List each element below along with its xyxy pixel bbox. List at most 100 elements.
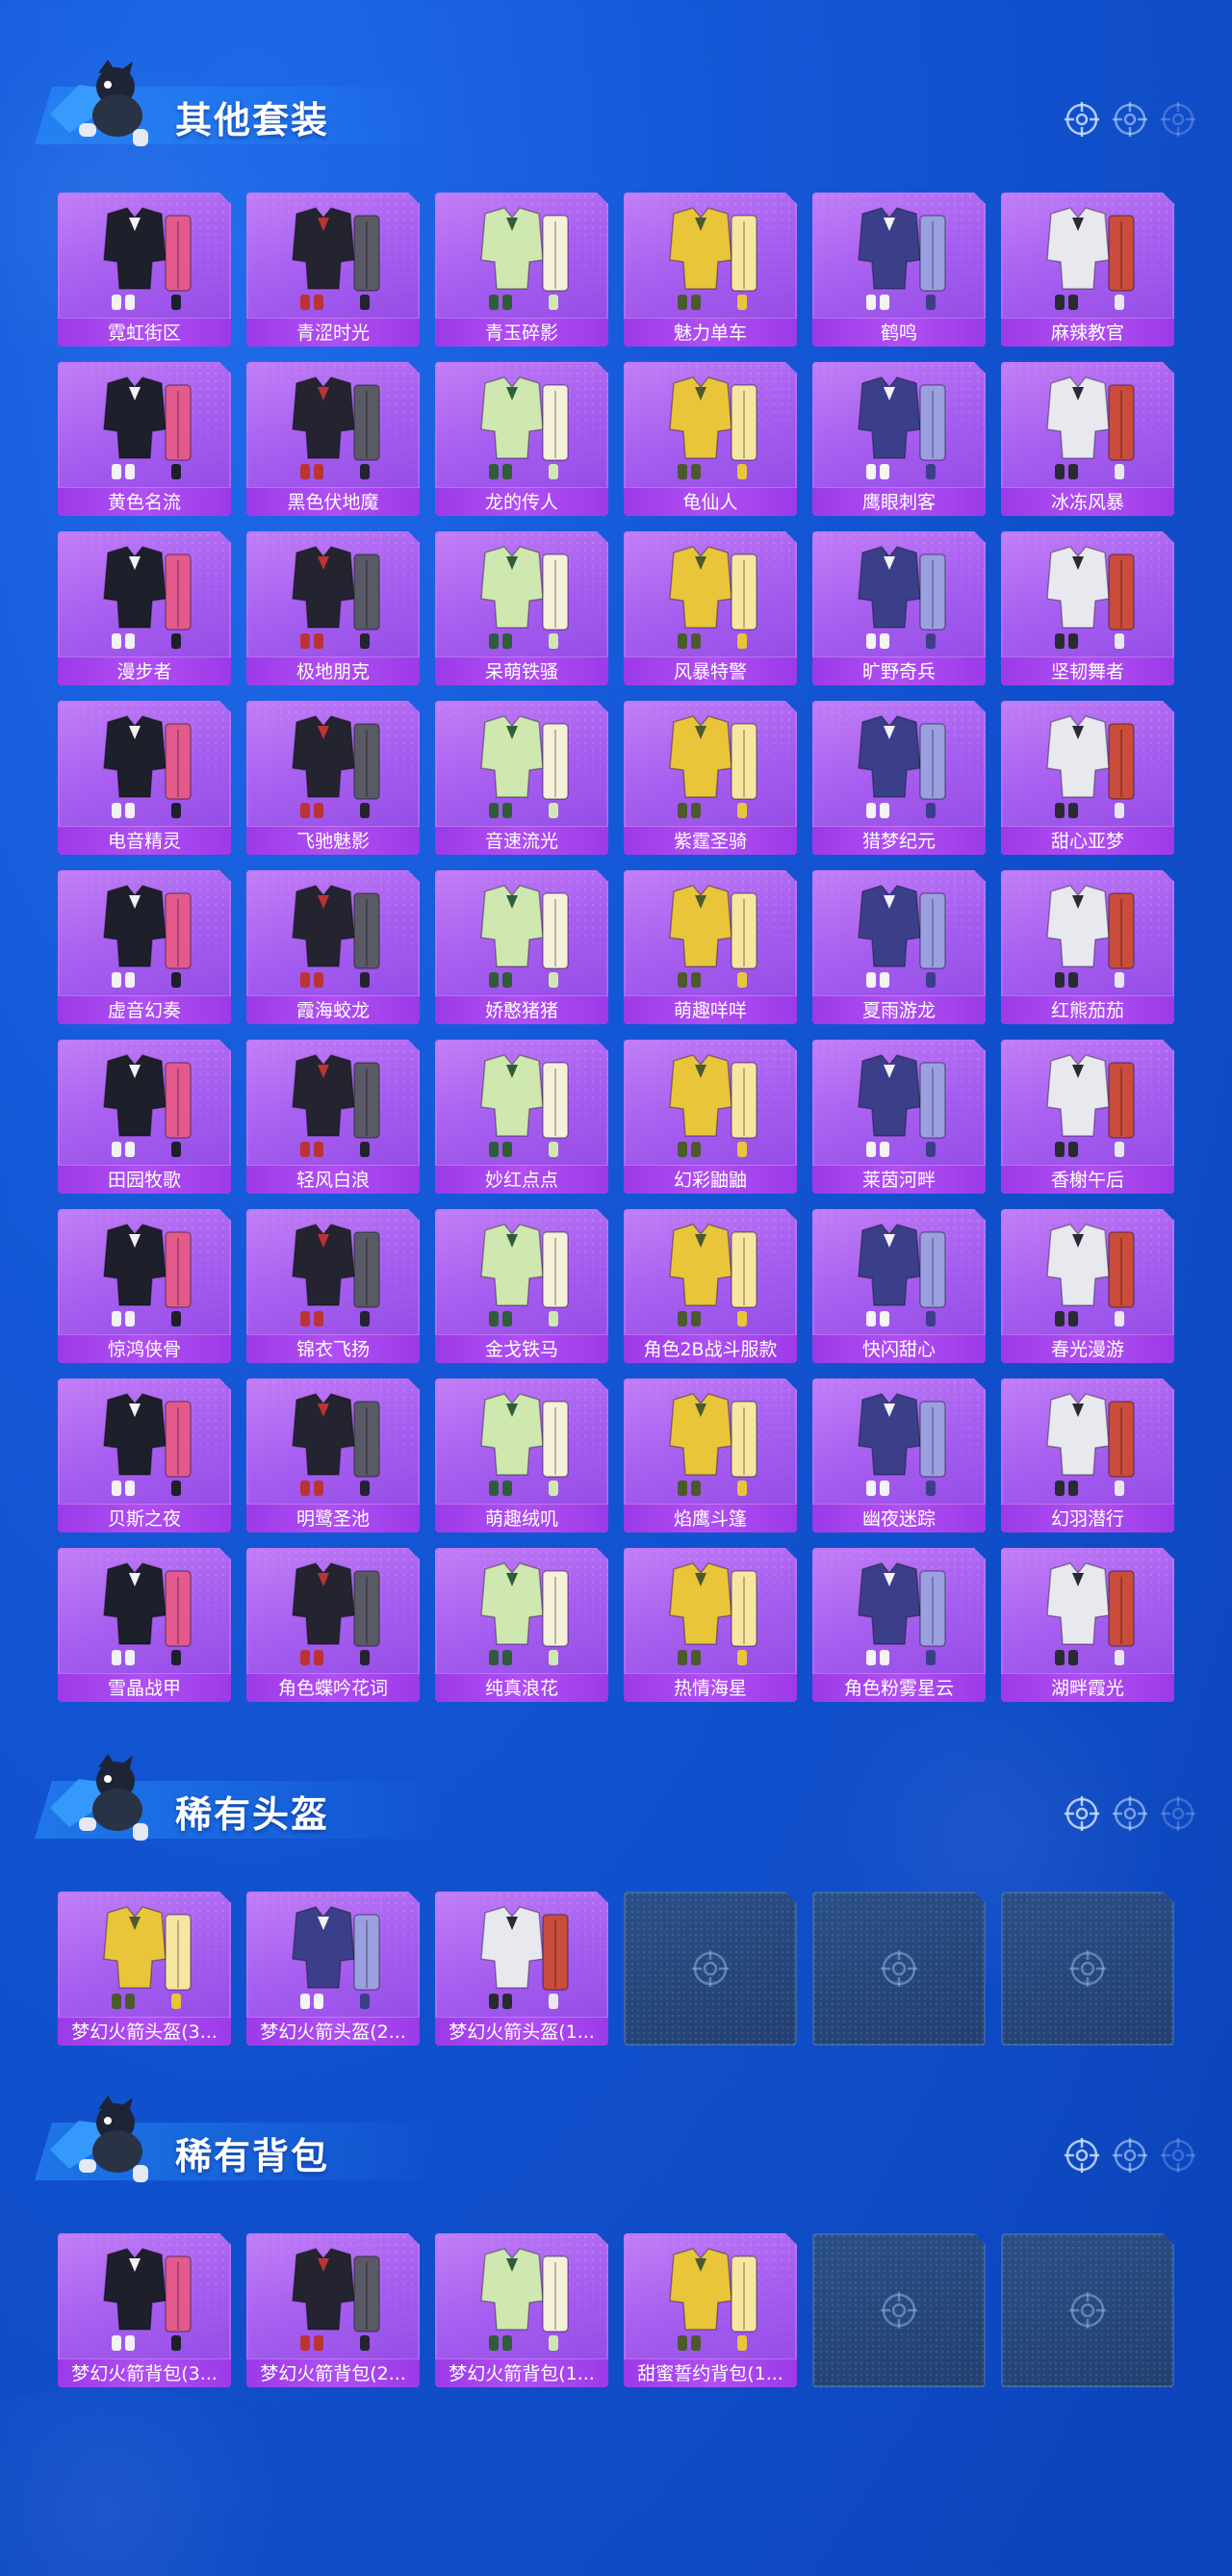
item-thumbnail bbox=[812, 1548, 986, 1673]
item-card[interactable]: 明鹭圣池 bbox=[246, 1378, 420, 1533]
item-card[interactable]: 霞海蛟龙 bbox=[246, 870, 420, 1024]
item-card[interactable]: 锦衣飞扬 bbox=[246, 1209, 420, 1363]
empty-slot bbox=[1001, 2233, 1174, 2387]
item-card[interactable]: 纯真浪花 bbox=[435, 1548, 608, 1702]
item-card[interactable]: 鹤鸣 bbox=[812, 193, 986, 347]
item-thumbnail bbox=[435, 1209, 608, 1334]
item-card[interactable]: 萌趣咩咩 bbox=[624, 870, 797, 1024]
item-card[interactable]: 鹰眼刺客 bbox=[812, 362, 986, 516]
item-thumbnail bbox=[812, 362, 986, 487]
item-label: 黑色伏地魔 bbox=[246, 487, 420, 516]
item-thumbnail bbox=[58, 1548, 231, 1673]
item-label: 红熊茄茄 bbox=[1001, 995, 1174, 1024]
item-card[interactable]: 金戈铁马 bbox=[435, 1209, 608, 1363]
item-card[interactable]: 焰鹰斗篷 bbox=[624, 1378, 797, 1533]
item-card[interactable]: 角色2B战斗服款 bbox=[624, 1209, 797, 1363]
section-title: 稀有背包 bbox=[175, 2135, 330, 2177]
item-card[interactable]: 幻羽潜行 bbox=[1001, 1378, 1174, 1533]
item-label: 龟仙人 bbox=[624, 487, 797, 516]
item-card[interactable]: 旷野奇兵 bbox=[812, 531, 986, 685]
item-thumbnail bbox=[624, 531, 797, 657]
section-header: 稀有背包 bbox=[0, 2084, 1232, 2190]
item-card[interactable]: 湖畔霞光 bbox=[1001, 1548, 1174, 1702]
item-card[interactable]: 角色蝶吟花词 bbox=[246, 1548, 420, 1702]
item-card[interactable]: 音速流光 bbox=[435, 701, 608, 855]
item-thumbnail bbox=[435, 1892, 608, 2017]
item-card[interactable]: 春光漫游 bbox=[1001, 1209, 1174, 1363]
crosshair-target-icon bbox=[1111, 2136, 1149, 2175]
item-card[interactable]: 冰冻风暴 bbox=[1001, 362, 1174, 516]
item-card[interactable]: 梦幻火箭头盔(1... bbox=[435, 1892, 608, 2046]
item-label: 猎梦纪元 bbox=[812, 826, 986, 855]
item-card[interactable]: 青玉碎影 bbox=[435, 193, 608, 347]
item-label: 夏雨游龙 bbox=[812, 995, 986, 1024]
item-card[interactable]: 漫步者 bbox=[58, 531, 231, 685]
item-card[interactable]: 甜蜜誓约背包(1... bbox=[624, 2233, 797, 2387]
item-card[interactable]: 魅力单车 bbox=[624, 193, 797, 347]
item-thumbnail bbox=[246, 1892, 420, 2017]
item-card[interactable]: 黑色伏地魔 bbox=[246, 362, 420, 516]
item-label: 莱茵河畔 bbox=[812, 1165, 986, 1194]
item-label: 湖畔霞光 bbox=[1001, 1673, 1174, 1702]
item-card[interactable]: 莱茵河畔 bbox=[812, 1040, 986, 1194]
item-card[interactable]: 角色粉雾星云 bbox=[812, 1548, 986, 1702]
item-card[interactable]: 风暴特警 bbox=[624, 531, 797, 685]
item-label: 旷野奇兵 bbox=[812, 657, 986, 685]
item-card[interactable]: 甜心亚梦 bbox=[1001, 701, 1174, 855]
item-label: 坚韧舞者 bbox=[1001, 657, 1174, 685]
item-card[interactable]: 热情海星 bbox=[624, 1548, 797, 1702]
item-thumbnail bbox=[812, 193, 986, 318]
item-thumbnail bbox=[624, 1209, 797, 1334]
item-card[interactable]: 幽夜迷踪 bbox=[812, 1378, 986, 1533]
item-card[interactable]: 梦幻火箭头盔(2... bbox=[246, 1892, 420, 2046]
item-card[interactable]: 萌趣绒叽 bbox=[435, 1378, 608, 1533]
item-label: 金戈铁马 bbox=[435, 1334, 608, 1363]
item-card[interactable]: 极地朋克 bbox=[246, 531, 420, 685]
item-thumbnail bbox=[1001, 362, 1174, 487]
item-card[interactable]: 猎梦纪元 bbox=[812, 701, 986, 855]
item-card[interactable]: 麻辣教官 bbox=[1001, 193, 1174, 347]
item-card[interactable]: 幻彩鼬鼬 bbox=[624, 1040, 797, 1194]
empty-slot bbox=[1001, 1892, 1174, 2046]
item-card[interactable]: 呆萌铁骚 bbox=[435, 531, 608, 685]
item-card[interactable]: 夏雨游龙 bbox=[812, 870, 986, 1024]
item-card[interactable]: 虚音幻奏 bbox=[58, 870, 231, 1024]
item-card[interactable]: 梦幻火箭头盔(3... bbox=[58, 1892, 231, 2046]
item-label: 春光漫游 bbox=[1001, 1334, 1174, 1363]
item-card[interactable]: 紫霆圣骑 bbox=[624, 701, 797, 855]
item-card[interactable]: 贝斯之夜 bbox=[58, 1378, 231, 1533]
item-card[interactable]: 龙的传人 bbox=[435, 362, 608, 516]
item-card[interactable]: 梦幻火箭背包(3... bbox=[58, 2233, 231, 2387]
item-card[interactable]: 霓虹街区 bbox=[58, 193, 231, 347]
item-card[interactable]: 红熊茄茄 bbox=[1001, 870, 1174, 1024]
item-card[interactable]: 惊鸿侠骨 bbox=[58, 1209, 231, 1363]
item-label: 黄色名流 bbox=[58, 487, 231, 516]
item-thumbnail bbox=[1001, 1378, 1174, 1504]
item-thumbnail bbox=[58, 531, 231, 657]
item-card[interactable]: 龟仙人 bbox=[624, 362, 797, 516]
item-card[interactable]: 妙红点点 bbox=[435, 1040, 608, 1194]
item-card[interactable]: 飞驰魅影 bbox=[246, 701, 420, 855]
item-card[interactable]: 快闪甜心 bbox=[812, 1209, 986, 1363]
item-card[interactable]: 香榭午后 bbox=[1001, 1040, 1174, 1194]
item-label: 鹰眼刺客 bbox=[812, 487, 986, 516]
item-thumbnail bbox=[1001, 870, 1174, 995]
item-thumbnail bbox=[435, 1378, 608, 1504]
item-card[interactable]: 青涩时光 bbox=[246, 193, 420, 347]
item-card[interactable]: 雪晶战甲 bbox=[58, 1548, 231, 1702]
item-card[interactable]: 电音精灵 bbox=[58, 701, 231, 855]
item-thumbnail bbox=[624, 1548, 797, 1673]
item-card[interactable]: 梦幻火箭背包(2... bbox=[246, 2233, 420, 2387]
item-thumbnail bbox=[435, 2233, 608, 2358]
item-card[interactable]: 坚韧舞者 bbox=[1001, 531, 1174, 685]
item-card[interactable]: 田园牧歌 bbox=[58, 1040, 231, 1194]
item-grid: 霓虹街区 青涩时光 青玉碎影 魅力单车 鹤鸣 麻辣教官黄色名流 黑色伏地魔 龙的传人 龟仙人 鹰眼… bbox=[58, 193, 1174, 1702]
item-card[interactable]: 梦幻火箭背包(1... bbox=[435, 2233, 608, 2387]
item-label: 电音精灵 bbox=[58, 826, 231, 855]
crosshair-target-icon bbox=[1111, 1794, 1149, 1833]
item-card[interactable]: 轻风白浪 bbox=[246, 1040, 420, 1194]
item-card[interactable]: 娇憨猪猪 bbox=[435, 870, 608, 1024]
item-card[interactable]: 黄色名流 bbox=[58, 362, 231, 516]
item-label: 霓虹街区 bbox=[58, 318, 231, 347]
item-label: 娇憨猪猪 bbox=[435, 995, 608, 1024]
